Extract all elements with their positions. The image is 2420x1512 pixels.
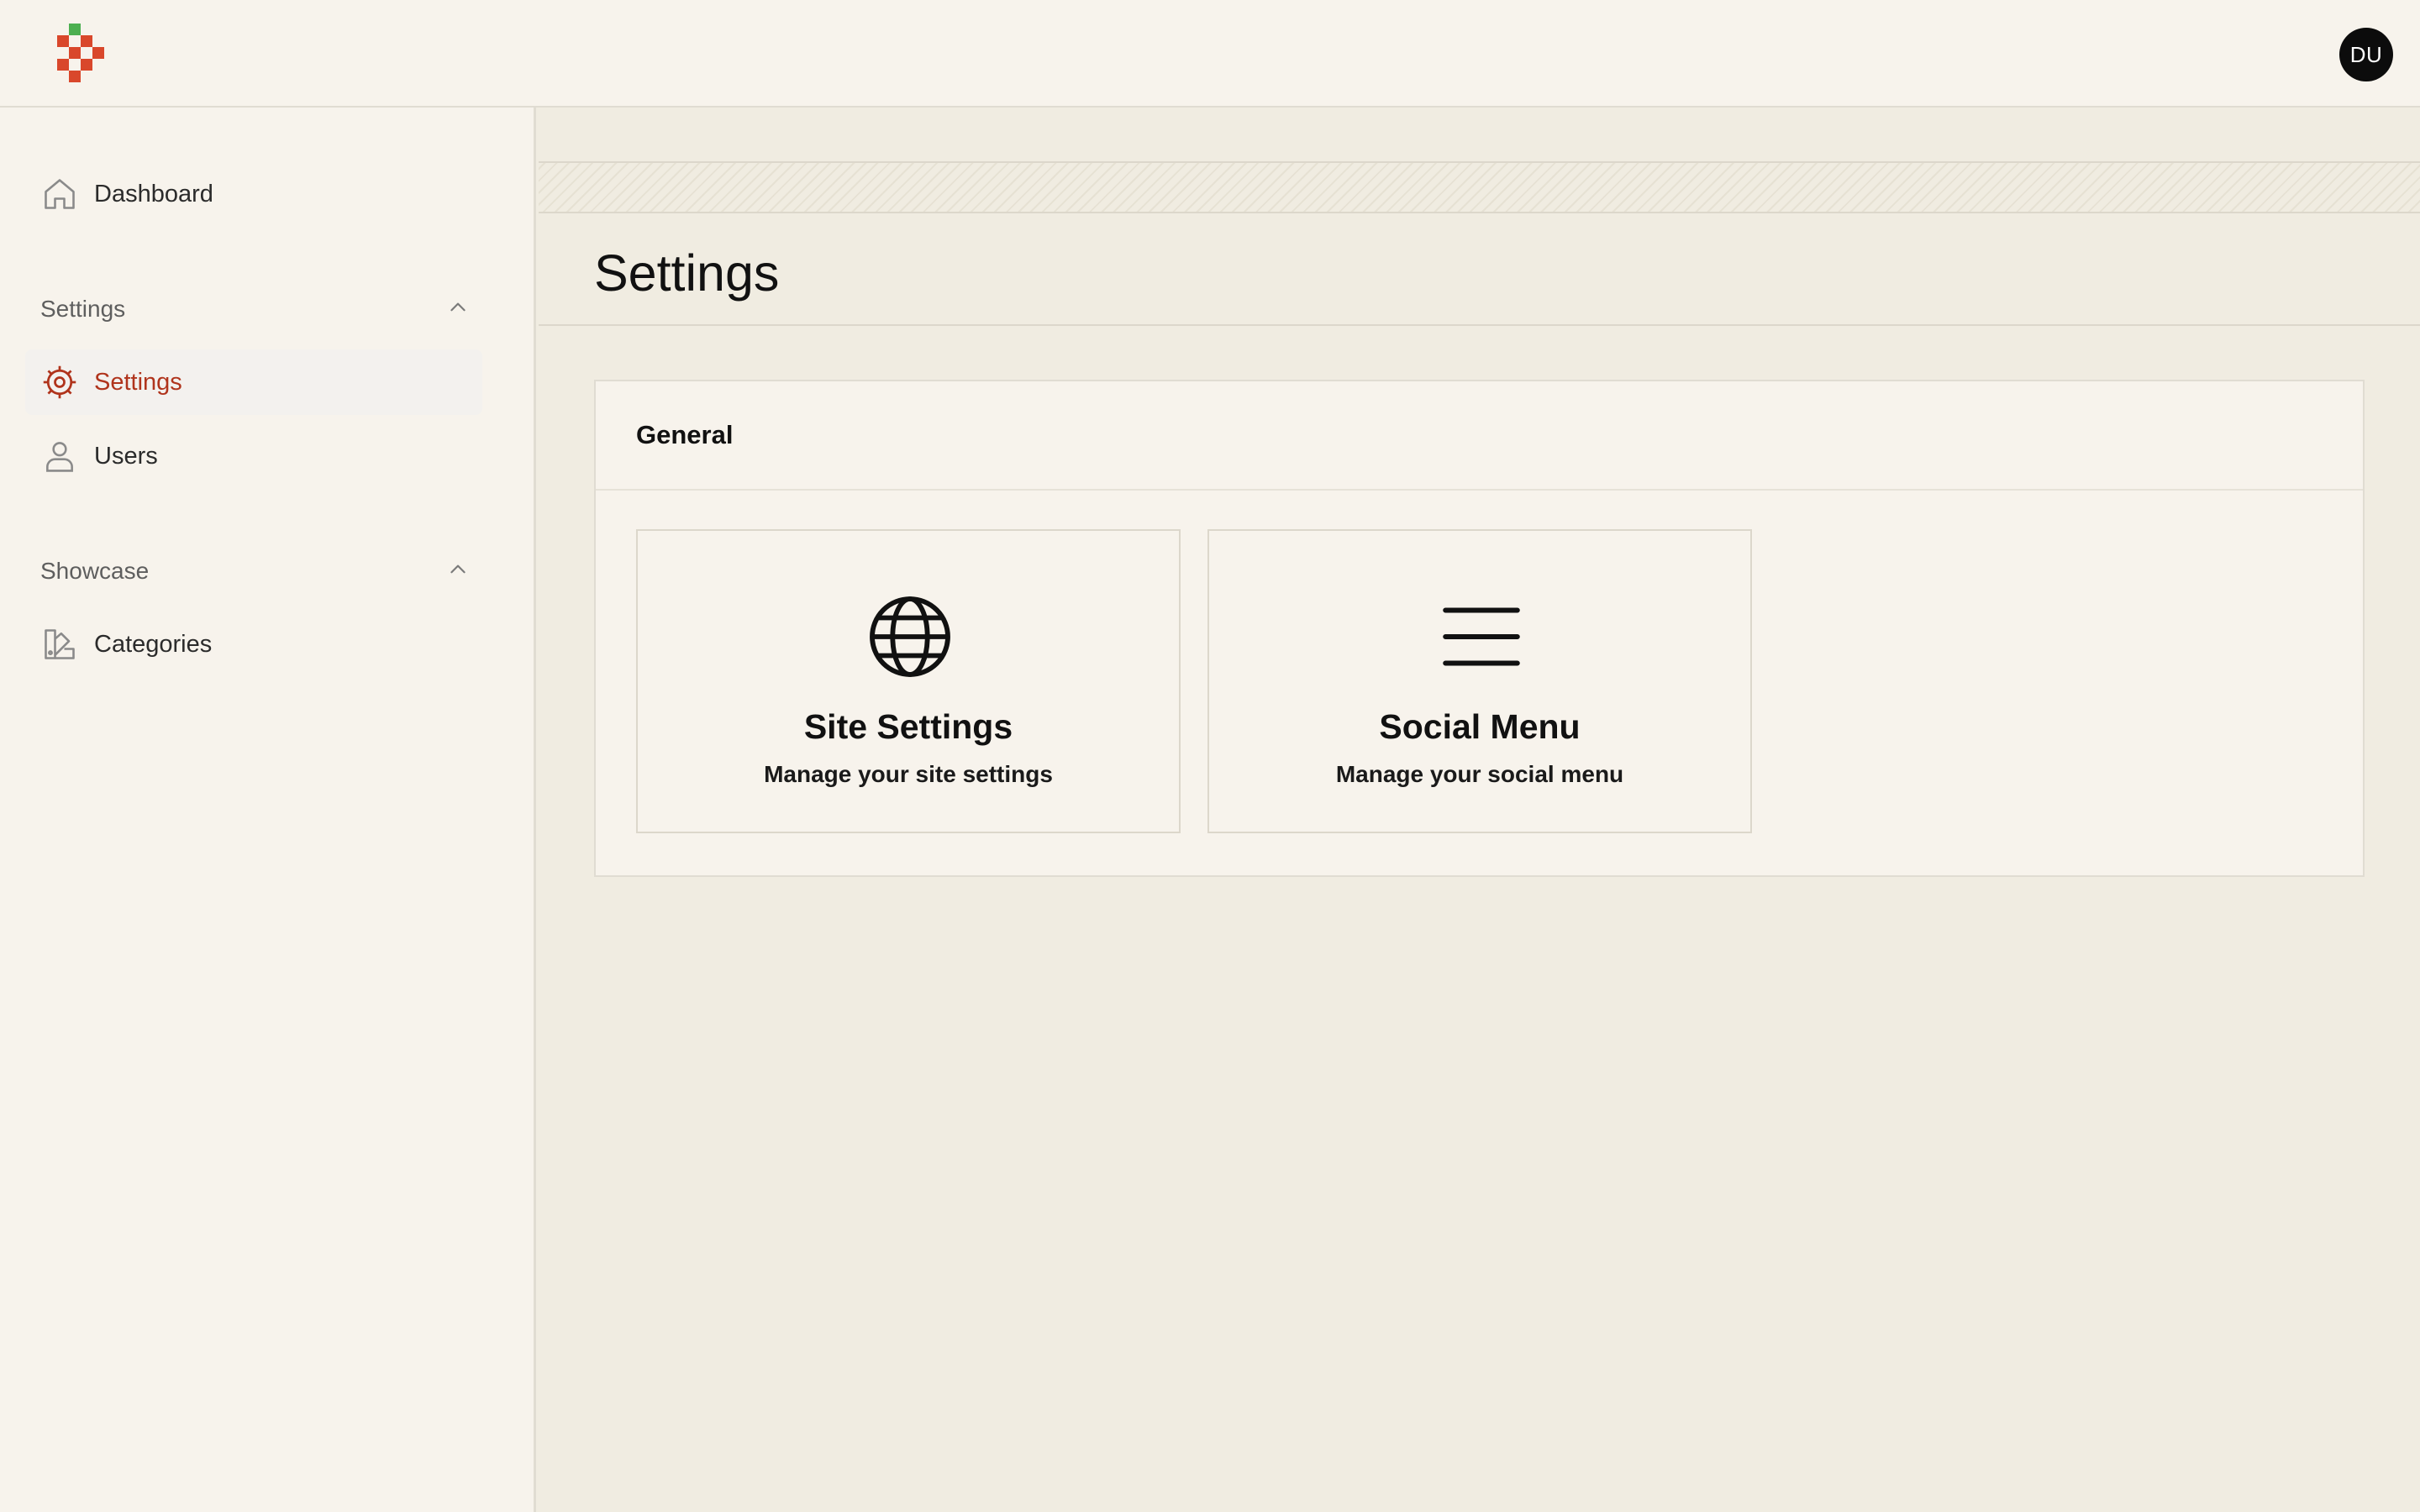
page-title: Settings <box>594 244 780 302</box>
sidebar: Dashboard Settings Settings Users Showca… <box>0 108 536 1512</box>
avatar-initials: DU <box>2349 41 2383 67</box>
user-icon <box>25 423 94 489</box>
sidebar-item-categories[interactable]: Categories <box>25 612 482 677</box>
menu-icon <box>1436 591 1527 682</box>
gear-icon <box>25 349 94 415</box>
sidebar-item-dashboard[interactable]: Dashboard <box>25 161 482 227</box>
user-avatar[interactable]: DU <box>2339 28 2393 81</box>
social-menu-card[interactable]: Social Menu Manage your social menu <box>1207 529 1752 833</box>
home-icon <box>25 161 94 227</box>
chevron-up-icon <box>447 297 469 323</box>
nav-group-settings[interactable]: Settings <box>40 286 469 333</box>
panel-header: General <box>596 381 2363 491</box>
top-bar: DU <box>0 0 2420 108</box>
chevron-up-icon <box>447 559 469 585</box>
panel-title: General <box>636 420 734 449</box>
nav-group-label: Showcase <box>40 558 150 584</box>
sidebar-item-label: Dashboard <box>94 180 213 207</box>
site-settings-card[interactable]: Site Settings Manage your site settings <box>636 529 1181 833</box>
general-settings-panel: General Site Settings Manage your site s… <box>594 380 2365 877</box>
sidebar-item-label: Settings <box>94 368 182 396</box>
page-header: Settings <box>539 213 2420 326</box>
tile-title: Social Menu <box>1379 707 1581 746</box>
sidebar-item-label: Users <box>94 442 158 470</box>
swatch-book-icon <box>25 612 94 677</box>
tile-description: Manage your site settings <box>764 761 1053 787</box>
nav-group-showcase[interactable]: Showcase <box>40 548 469 595</box>
sidebar-item-label: Categories <box>94 630 213 658</box>
sidebar-item-users[interactable]: Users <box>25 423 482 489</box>
globe-icon <box>865 591 955 682</box>
main-content: Settings General Site Settings Manage yo… <box>539 108 2420 1512</box>
striped-divider <box>539 161 2420 213</box>
tile-description: Manage your social menu <box>1335 761 1624 787</box>
tile-title: Site Settings <box>803 707 1013 746</box>
sidebar-item-settings[interactable]: Settings <box>25 349 482 415</box>
nav-group-label: Settings <box>40 296 126 322</box>
pixel-logo-icon[interactable] <box>54 24 108 84</box>
